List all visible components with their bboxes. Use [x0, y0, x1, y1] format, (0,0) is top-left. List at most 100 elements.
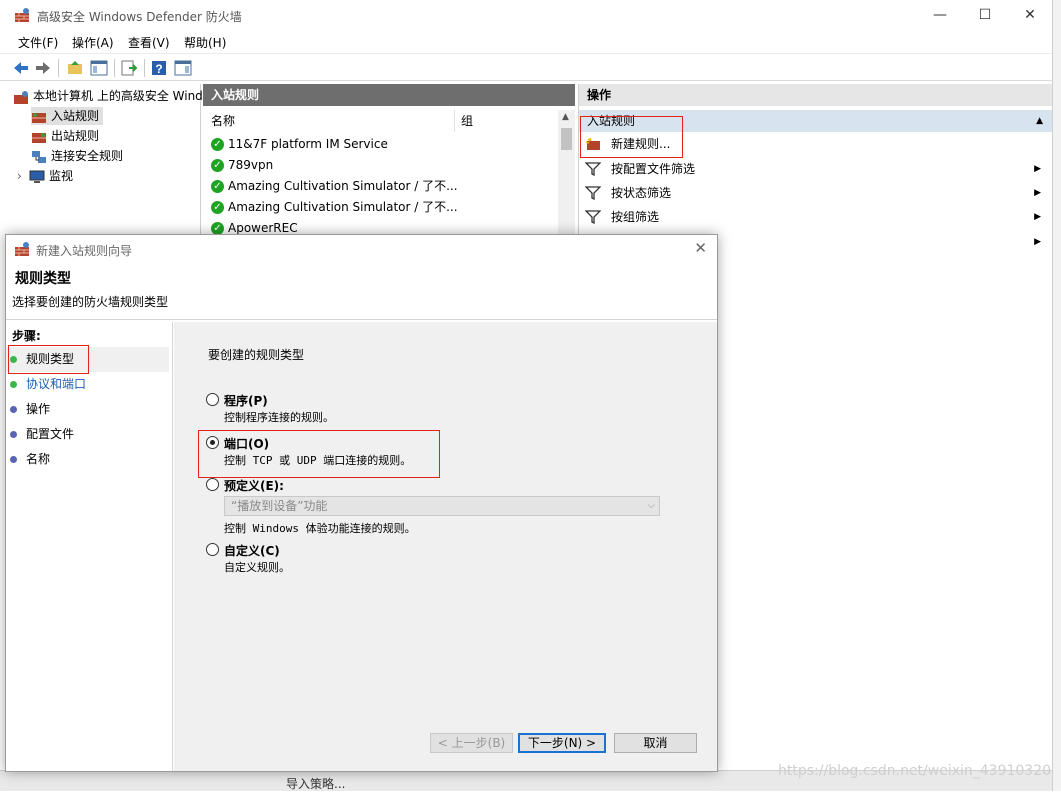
- firewall-icon: [14, 90, 28, 104]
- wizard-title-bar: 新建入站规则向导 ✕: [6, 235, 717, 263]
- scroll-up-icon[interactable]: ▲: [562, 112, 569, 122]
- window-title: 高级安全 Windows Defender 防火墙: [37, 10, 242, 24]
- action-filter-by-profile[interactable]: 按配置文件筛选 ▶: [579, 158, 1053, 180]
- svg-text:?: ?: [155, 62, 162, 76]
- menu-help[interactable]: 帮助(H): [184, 34, 226, 51]
- step-name[interactable]: 名称: [6, 447, 169, 472]
- menu-action[interactable]: 操作(A): [72, 34, 114, 51]
- table-row[interactable]: ✓ Amazing Cultivation Simulator / 了不...: [211, 176, 458, 196]
- submenu-arrow-icon: ▶: [1034, 164, 1041, 174]
- enabled-check-icon: ✓: [211, 180, 224, 193]
- cancel-button[interactable]: 取消: [614, 733, 697, 753]
- menu-view[interactable]: 查看(V): [128, 34, 170, 51]
- menu-file[interactable]: 文件(F): [18, 34, 58, 51]
- wizard-heading: 规则类型: [15, 271, 71, 287]
- tree-item-label: 出站规则: [51, 129, 100, 143]
- chevron-down-icon: ⌵: [647, 500, 655, 511]
- tree-item-label: 连接安全规则: [51, 149, 124, 163]
- steps-title: 步骤:: [12, 329, 41, 343]
- tree-root-label: 本地计算机 上的高级安全 Wind: [33, 89, 203, 103]
- firewall-app-icon: [15, 8, 29, 22]
- outbound-rules-icon: [32, 132, 46, 143]
- submenu-arrow-icon: ▶: [1034, 237, 1041, 247]
- import-policy-item[interactable]: 导入策略...: [286, 775, 345, 792]
- highlight-rule-type-step: [8, 345, 89, 374]
- toolbar-separator: [114, 59, 115, 77]
- maximize-button[interactable]: ☐: [962, 4, 1008, 26]
- tree-item-label: 入站规则: [51, 109, 100, 123]
- tree-item-outbound-rules[interactable]: 出站规则: [31, 127, 99, 145]
- back-button[interactable]: < 上一步(B): [430, 733, 513, 753]
- table-row[interactable]: ✓ 11&7F platform IM Service: [211, 134, 388, 154]
- step-status-dot: [10, 406, 17, 413]
- submenu-arrow-icon: ▶: [1034, 188, 1041, 198]
- step-status-dot: [10, 456, 17, 463]
- wizard-divider: [6, 319, 717, 320]
- tree-item-monitoring[interactable]: › 监视: [17, 167, 73, 185]
- background-window-edge: [1052, 0, 1061, 791]
- close-button[interactable]: ✕: [1007, 4, 1053, 26]
- new-inbound-rule-wizard: 新建入站规则向导 ✕ 规则类型 选择要创建的防火墙规则类型 步骤: 规则类型 协…: [5, 234, 718, 772]
- predefined-select[interactable]: “播放到设备”功能 ⌵: [224, 496, 660, 516]
- up-folder-icon[interactable]: [66, 59, 84, 77]
- wizard-subtitle: 选择要创建的防火墙规则类型: [12, 295, 169, 309]
- action-filter-by-group[interactable]: 按组筛选 ▶: [579, 206, 1053, 228]
- monitor-icon: [29, 170, 45, 183]
- wizard-close-icon[interactable]: ✕: [694, 239, 707, 257]
- filter-icon: [585, 210, 601, 224]
- table-row[interactable]: ✓ 789vpn: [211, 155, 273, 175]
- tree-item-connection-security-rules[interactable]: 连接安全规则: [31, 147, 123, 165]
- list-scrollbar[interactable]: ▲: [558, 110, 575, 234]
- enabled-check-icon: ✓: [211, 159, 224, 172]
- wizard-title: 新建入站规则向导: [36, 244, 133, 258]
- scroll-thumb[interactable]: [561, 128, 572, 150]
- enabled-check-icon: ✓: [211, 201, 224, 214]
- show-hide-tree-icon[interactable]: [90, 59, 108, 77]
- title-bar: 高级安全 Windows Defender 防火墙 — ☐ ✕: [0, 0, 1052, 30]
- step-status-dot: [10, 431, 17, 438]
- highlight-new-rule: [580, 116, 683, 158]
- toolbar-separator: [58, 59, 59, 77]
- filter-icon: [585, 186, 601, 200]
- enabled-check-icon: ✓: [211, 138, 224, 151]
- connection-security-icon: [32, 150, 46, 163]
- step-status-dot: [10, 381, 17, 388]
- show-action-pane-icon[interactable]: [174, 59, 192, 77]
- column-header-group[interactable]: 组: [461, 110, 473, 132]
- actions-header: 操作: [579, 84, 1053, 106]
- chevron-right-icon[interactable]: ›: [17, 169, 29, 183]
- inbound-rules-icon: [32, 112, 46, 123]
- forward-icon[interactable]: [34, 59, 52, 77]
- tree-root[interactable]: 本地计算机 上的高级安全 Wind: [13, 87, 203, 105]
- menu-bar: 文件(F) 操作(A) 查看(V) 帮助(H): [0, 30, 1052, 52]
- step-protocol-and-ports[interactable]: 协议和端口: [6, 372, 169, 397]
- watermark-text: https://blog.csdn.net/weixin_43910320: [778, 763, 1052, 779]
- center-panel-header: 入站规则: [203, 84, 575, 106]
- inbound-rules-list: 入站规则 名称 组 ✓ 11&7F platform IM Service ✓ 78…: [203, 84, 575, 235]
- step-profile[interactable]: 配置文件: [6, 422, 169, 447]
- firewall-app-icon: [15, 242, 29, 256]
- help-icon[interactable]: ?: [150, 59, 168, 77]
- wizard-steps: 步骤: 规则类型 协议和端口 操作 配置文件 名称: [6, 322, 173, 771]
- highlight-port-option: [198, 430, 440, 478]
- tree-item-inbound-rules[interactable]: 入站规则: [31, 107, 104, 125]
- radio-custom[interactable]: [206, 543, 219, 556]
- action-filter-by-state[interactable]: 按状态筛选 ▶: [579, 182, 1053, 204]
- navigation-tree: 本地计算机 上的高级安全 Wind 入站规则 出站规则 连接安全规则 › 监视: [9, 84, 203, 234]
- actions-pane: 操作 入站规则 ▲ 新建规则... 按配置文件筛选 ▶ 按状态筛选 ▶ 按组筛选…: [578, 84, 1053, 254]
- toolbar: ?: [0, 53, 1052, 81]
- wizard-content: 要创建的规则类型 程序(P) 控制程序连接的规则。 端口(O) 控制 TCP 或…: [174, 322, 717, 771]
- rule-type-prompt: 要创建的规则类型: [208, 348, 305, 362]
- table-row[interactable]: ✓ Amazing Cultivation Simulator / 了不...: [211, 197, 458, 217]
- tree-item-label: 监视: [49, 169, 74, 183]
- column-header-name[interactable]: 名称: [211, 110, 455, 132]
- next-button[interactable]: 下一步(N) >: [518, 733, 606, 753]
- back-icon[interactable]: [12, 59, 30, 77]
- toolbar-separator: [144, 59, 145, 77]
- radio-program[interactable]: [206, 393, 219, 406]
- export-list-icon[interactable]: [120, 59, 138, 77]
- collapse-up-icon[interactable]: ▲: [1036, 110, 1043, 132]
- minimize-button[interactable]: —: [917, 4, 963, 26]
- radio-predefined[interactable]: [206, 478, 219, 491]
- step-action[interactable]: 操作: [6, 397, 169, 422]
